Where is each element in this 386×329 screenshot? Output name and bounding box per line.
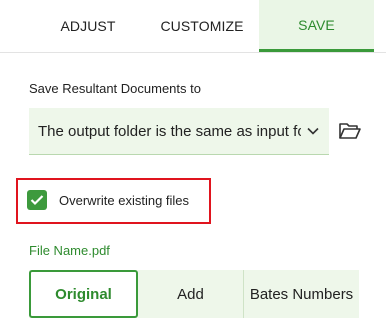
tab-save[interactable]: SAVE [259,0,374,52]
output-folder-value: The output folder is the same as input f… [38,122,301,140]
save-location-label: Save Resultant Documents to [29,81,201,96]
chevron-down-icon [301,119,325,143]
output-folder-select[interactable]: The output folder is the same as input f… [29,108,329,155]
file-name-option-add[interactable]: Add [138,270,243,318]
overwrite-existing-files-checkbox[interactable]: Overwrite existing files [27,190,189,210]
tab-bar: ADJUST CUSTOMIZE SAVE [0,0,386,53]
file-name-preview: File Name.pdf [29,243,110,258]
tab-adjust[interactable]: ADJUST [50,0,126,52]
file-name-option-bates-numbers[interactable]: Bates Numbers [243,270,359,318]
checkmark-icon [27,190,47,210]
tab-customize[interactable]: CUSTOMIZE [152,0,252,52]
overwrite-label: Overwrite existing files [59,192,190,208]
folder-open-icon[interactable] [338,120,362,142]
file-name-option-original[interactable]: Original [29,270,138,318]
file-name-mode-selector: Original Add Bates Numbers [29,270,359,318]
